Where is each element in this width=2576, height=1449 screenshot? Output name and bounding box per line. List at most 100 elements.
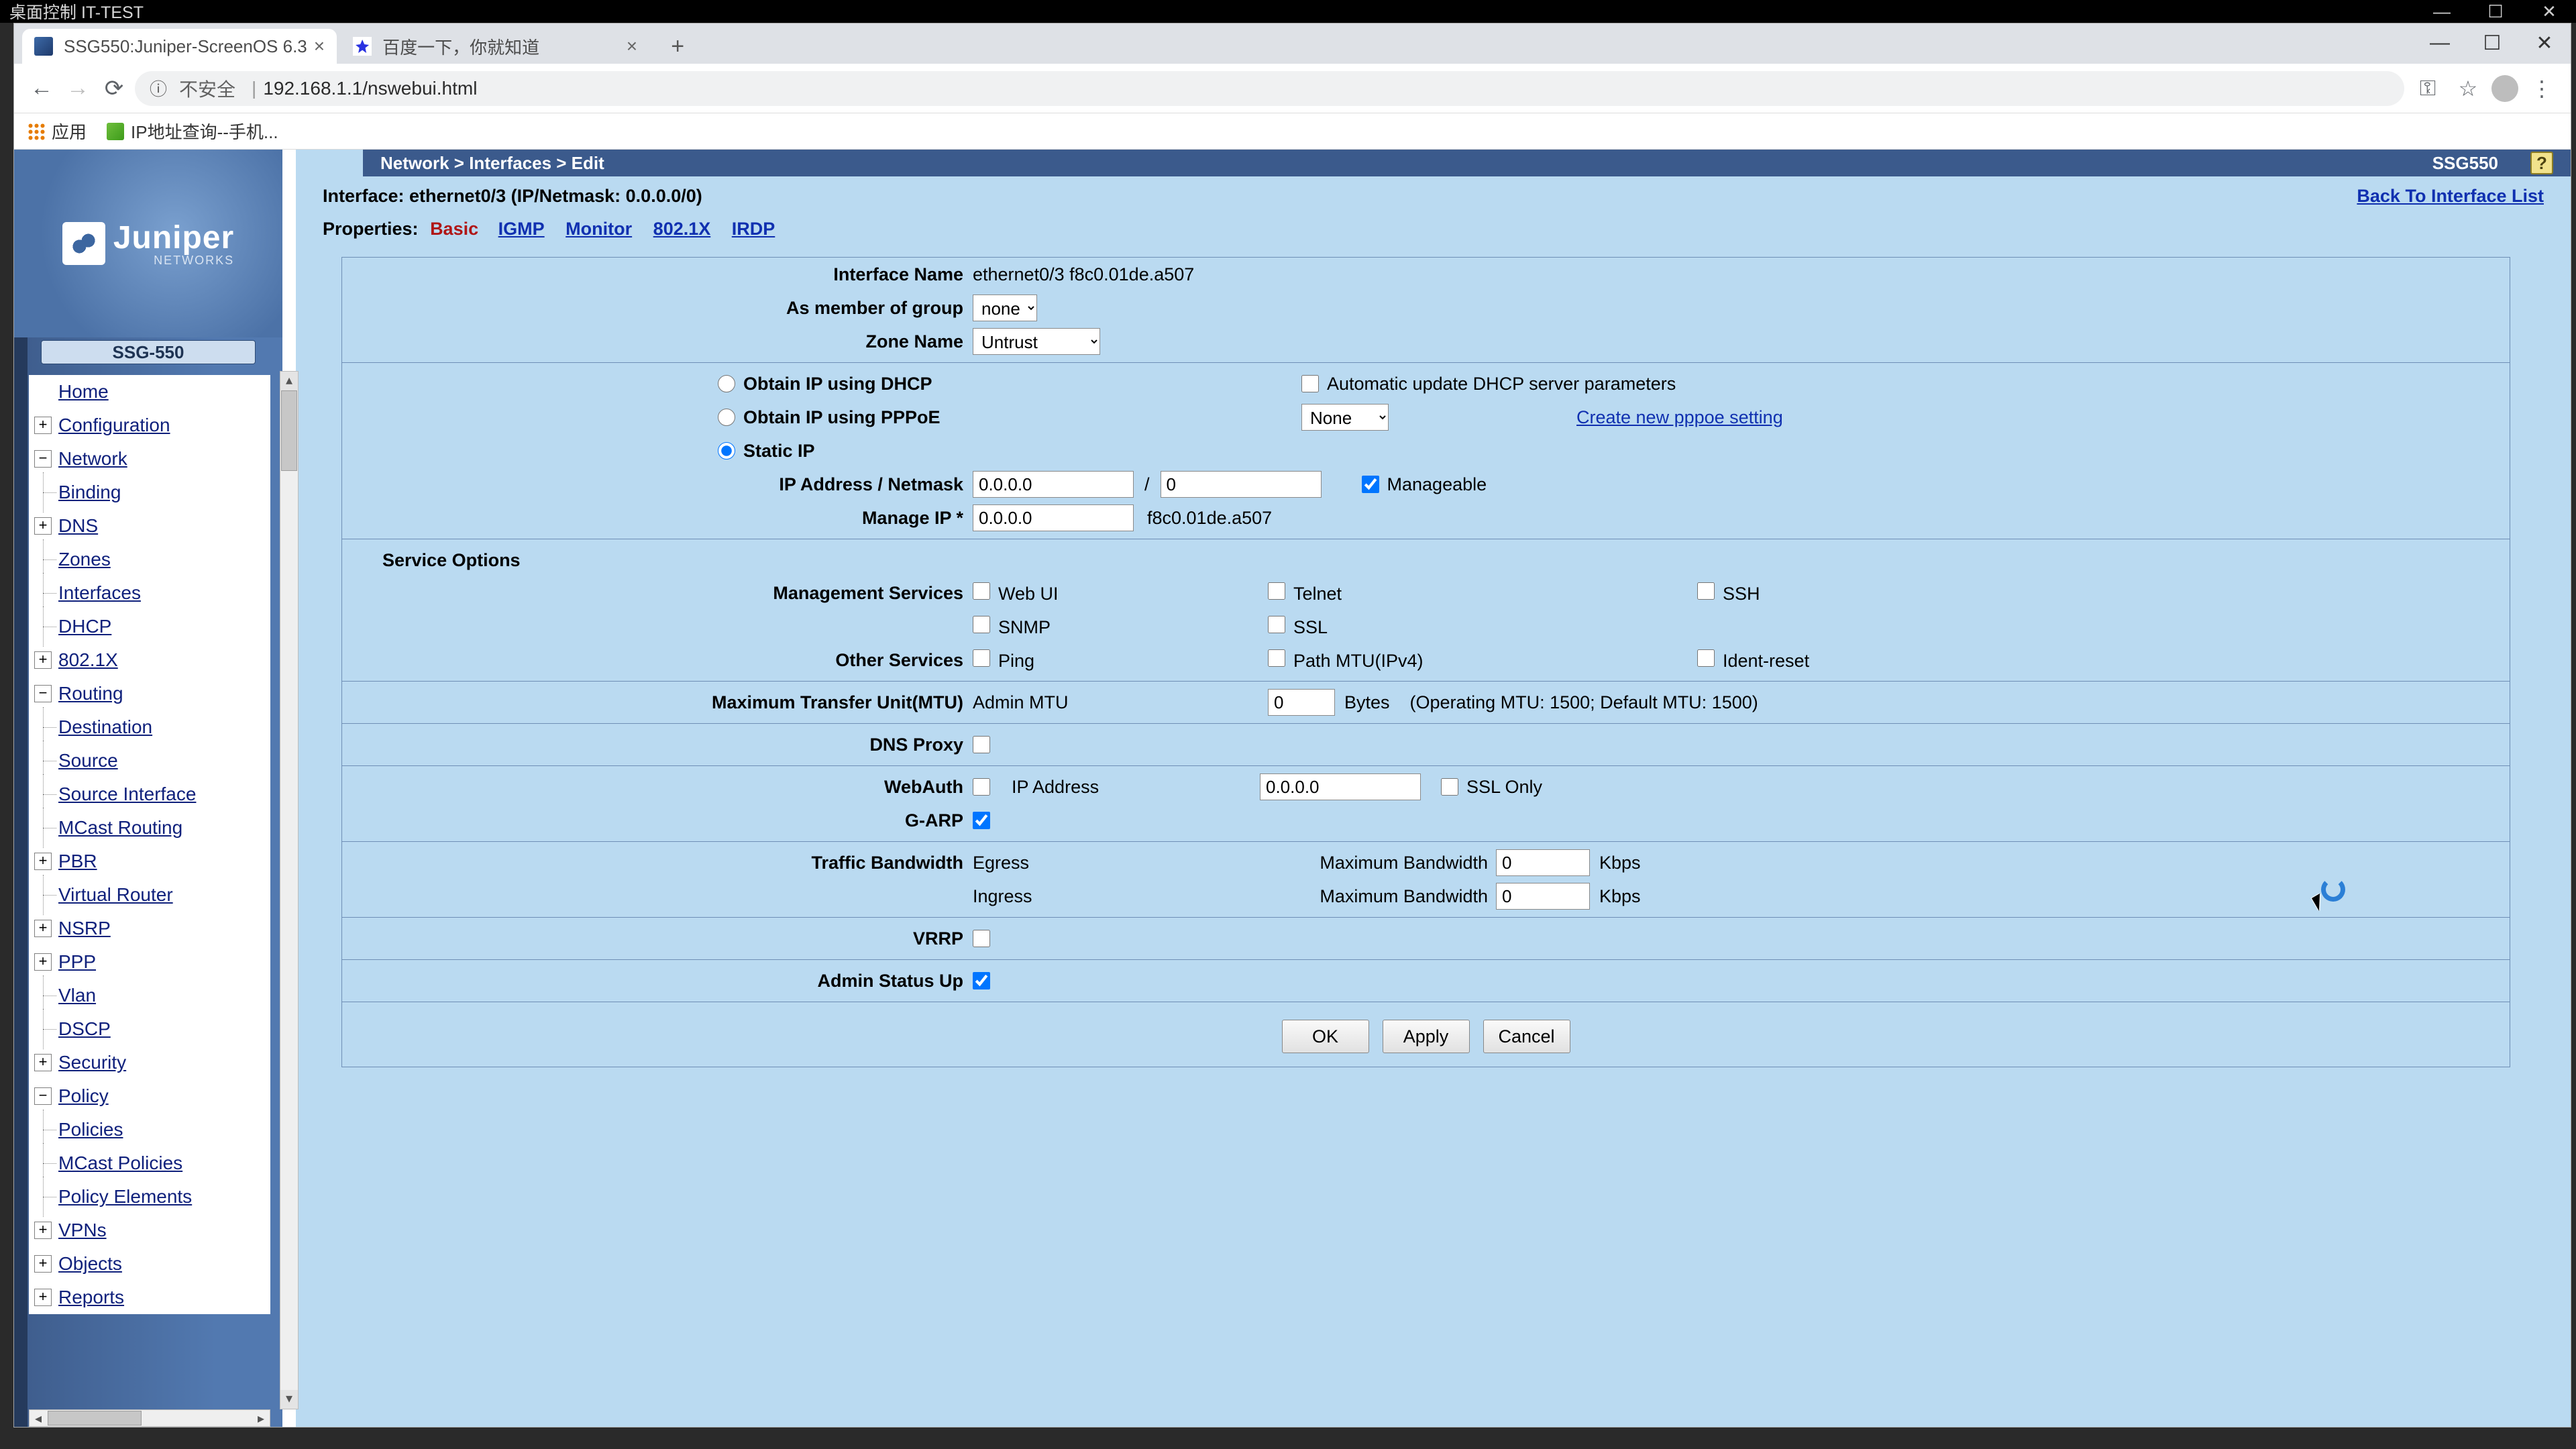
snmp-checkbox[interactable] xyxy=(973,616,990,633)
scroll-right-icon[interactable]: ▸ xyxy=(252,1410,270,1426)
nav-ppp[interactable]: PPP xyxy=(58,951,96,973)
cancel-button[interactable]: Cancel xyxy=(1483,1020,1570,1053)
menu-dots-icon[interactable]: ⋮ xyxy=(2525,72,2559,105)
tab-monitor[interactable]: Monitor xyxy=(566,219,632,239)
expand-icon[interactable]: + xyxy=(34,920,52,937)
nav-network[interactable]: Network xyxy=(58,448,127,470)
expand-icon[interactable]: + xyxy=(34,1289,52,1306)
group-select[interactable]: none xyxy=(973,294,1037,321)
nav-security[interactable]: Security xyxy=(58,1052,126,1073)
tab-irdp[interactable]: IRDP xyxy=(732,219,775,239)
nav-nsrp[interactable]: NSRP xyxy=(58,918,111,939)
collapse-icon[interactable]: − xyxy=(34,1087,52,1105)
pppoe-select[interactable]: None xyxy=(1301,404,1389,431)
scroll-thumb[interactable] xyxy=(48,1411,142,1426)
sidebar-scrollbar-vertical[interactable]: ▴ ▾ xyxy=(280,371,299,1409)
nav-routing[interactable]: Routing xyxy=(58,683,123,704)
profile-avatar-icon[interactable] xyxy=(2491,75,2518,102)
window-close-icon[interactable]: ✕ xyxy=(2518,23,2571,62)
ip-static-radio[interactable] xyxy=(718,442,735,460)
pathmtu-checkbox[interactable] xyxy=(1268,649,1285,667)
window-minimize-icon[interactable]: — xyxy=(2414,23,2466,62)
adminup-checkbox[interactable] xyxy=(973,972,990,989)
browser-tab-active[interactable]: SSG550:Juniper-ScreenOS 6.3 × xyxy=(22,29,337,64)
expand-icon[interactable]: + xyxy=(34,1255,52,1273)
create-pppoe-link[interactable]: Create new pppoe setting xyxy=(1576,407,1783,428)
nav-policy-elements[interactable]: Policy Elements xyxy=(58,1186,192,1208)
nav-zones[interactable]: Zones xyxy=(58,549,111,570)
zone-select[interactable]: Untrust xyxy=(973,328,1100,355)
nav-source-interface[interactable]: Source Interface xyxy=(58,784,196,805)
os-minimize-icon[interactable]: — xyxy=(2415,0,2469,23)
nav-configuration[interactable]: Configuration xyxy=(58,415,170,436)
nav-mcast-routing[interactable]: MCast Routing xyxy=(58,817,182,839)
ip-address-input[interactable] xyxy=(973,471,1134,498)
site-info-icon[interactable]: ⓘ xyxy=(150,76,167,101)
back-to-list-link[interactable]: Back To Interface List xyxy=(2357,186,2544,207)
apps-button[interactable]: 应用 xyxy=(28,119,87,144)
new-tab-button[interactable]: + xyxy=(663,32,692,61)
collapse-icon[interactable]: − xyxy=(34,450,52,468)
scroll-thumb[interactable] xyxy=(281,390,297,471)
bookmark-item[interactable]: IP地址查询--手机... xyxy=(107,119,278,144)
help-icon[interactable]: ? xyxy=(2530,152,2553,174)
tab-basic[interactable]: Basic xyxy=(430,219,478,239)
sidebar-scrollbar-horizontal[interactable]: ◂ ▸ xyxy=(29,1409,270,1427)
manage-ip-input[interactable] xyxy=(973,504,1134,531)
tab-igmp[interactable]: IGMP xyxy=(498,219,545,239)
nav-reports[interactable]: Reports xyxy=(58,1287,124,1308)
ssh-checkbox[interactable] xyxy=(1697,582,1715,600)
vrrp-checkbox[interactable] xyxy=(973,930,990,947)
mtu-input[interactable] xyxy=(1268,689,1335,716)
nav-8021x[interactable]: 802.1X xyxy=(58,649,118,671)
omnibox[interactable]: ⓘ 不安全 | 192.168.1.1/nswebui.html xyxy=(135,71,2404,106)
collapse-icon[interactable]: − xyxy=(34,685,52,702)
apply-button[interactable]: Apply xyxy=(1383,1020,1470,1053)
garp-checkbox[interactable] xyxy=(973,812,990,829)
ok-button[interactable]: OK xyxy=(1282,1020,1369,1053)
expand-icon[interactable]: + xyxy=(34,517,52,535)
tab-8021x[interactable]: 802.1X xyxy=(653,219,711,239)
netmask-input[interactable] xyxy=(1161,471,1322,498)
nav-pbr[interactable]: PBR xyxy=(58,851,97,872)
expand-icon[interactable]: + xyxy=(34,1222,52,1239)
window-maximize-icon[interactable]: ☐ xyxy=(2466,23,2518,62)
scroll-up-icon[interactable]: ▴ xyxy=(280,372,298,390)
nav-dscp[interactable]: DSCP xyxy=(58,1018,111,1040)
scroll-down-icon[interactable]: ▾ xyxy=(280,1390,298,1409)
nav-objects[interactable]: Objects xyxy=(58,1253,122,1275)
nav-policies[interactable]: Policies xyxy=(58,1119,123,1140)
nav-vlan[interactable]: Vlan xyxy=(58,985,96,1006)
ip-dhcp-radio[interactable] xyxy=(718,375,735,392)
tab-close-icon[interactable]: × xyxy=(627,36,637,57)
sslonly-checkbox[interactable] xyxy=(1441,778,1458,796)
os-close-icon[interactable]: ✕ xyxy=(2522,0,2576,23)
webauth-checkbox[interactable] xyxy=(973,778,990,796)
bookmark-star-icon[interactable]: ☆ xyxy=(2451,72,2485,105)
nav-home[interactable]: Home xyxy=(58,381,109,402)
egress-bw-input[interactable] xyxy=(1496,849,1590,876)
expand-icon[interactable]: + xyxy=(34,853,52,870)
ip-pppoe-radio[interactable] xyxy=(718,409,735,426)
scroll-left-icon[interactable]: ◂ xyxy=(30,1410,47,1426)
reload-icon[interactable]: ⟳ xyxy=(99,73,129,104)
nav-destination[interactable]: Destination xyxy=(58,716,152,738)
nav-policy[interactable]: Policy xyxy=(58,1085,109,1107)
nav-interfaces[interactable]: Interfaces xyxy=(58,582,141,604)
ssl-checkbox[interactable] xyxy=(1268,616,1285,633)
expand-icon[interactable]: + xyxy=(34,417,52,434)
nav-virtual-router[interactable]: Virtual Router xyxy=(58,884,173,906)
nav-dhcp[interactable]: DHCP xyxy=(58,616,111,637)
expand-icon[interactable]: + xyxy=(34,953,52,971)
tab-close-icon[interactable]: × xyxy=(314,36,325,57)
nav-vpns[interactable]: VPNs xyxy=(58,1220,107,1241)
os-maximize-icon[interactable]: ☐ xyxy=(2469,0,2522,23)
webauth-ip-input[interactable] xyxy=(1260,773,1421,800)
nav-dns[interactable]: DNS xyxy=(58,515,98,537)
browser-tab[interactable]: 百度一下，你就知道 × xyxy=(341,29,649,64)
manageable-checkbox[interactable] xyxy=(1362,476,1379,493)
telnet-checkbox[interactable] xyxy=(1268,582,1285,600)
identreset-checkbox[interactable] xyxy=(1697,649,1715,667)
nav-source[interactable]: Source xyxy=(58,750,118,771)
ping-checkbox[interactable] xyxy=(973,649,990,667)
